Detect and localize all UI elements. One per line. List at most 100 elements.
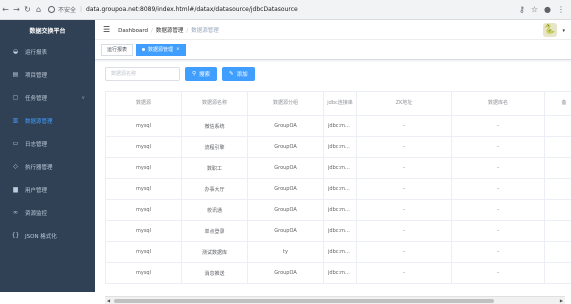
search-input[interactable] <box>105 67 180 81</box>
table-cell <box>545 158 571 179</box>
table-cell: 数职工 <box>182 158 248 179</box>
sidebar-item-json[interactable]: {} JSON 格式化 <box>0 224 95 247</box>
table-cell <box>545 221 571 242</box>
scroll-right-icon[interactable]: ▶ <box>560 298 563 303</box>
address-bar[interactable]: 不安全 | data.groupoa.net:8089/index.html#/… <box>48 3 518 17</box>
table-cell: jdbc:m... <box>324 242 357 263</box>
table-row[interactable]: mysql办事大厅GroupOAjdbc:m...-- <box>106 179 571 200</box>
account-icon[interactable]: ● <box>544 5 551 14</box>
column-header: 数据源 <box>106 92 182 116</box>
table-cell: - <box>452 200 545 221</box>
table-cell: jdbc:m... <box>324 221 357 242</box>
sidebar-item-projects[interactable]: ▤ 项目管理 <box>0 63 95 86</box>
sidebar-item-tasks[interactable]: ▢ 任务管理 ∨ <box>0 86 95 109</box>
sidebar-item-label: 数据源管理 <box>25 117 53 125</box>
caret-down-icon[interactable]: ▾ <box>562 28 565 34</box>
table-cell: GroupOA <box>248 179 324 200</box>
table-cell: jdbc:m... <box>324 200 357 221</box>
table-cell: - <box>357 179 452 200</box>
menu-icon[interactable]: ⋮ <box>557 5 565 14</box>
table-cell: mysql <box>106 116 182 137</box>
forward-arrow-icon[interactable]: → <box>11 3 22 17</box>
scroll-left-icon[interactable]: ◀ <box>107 298 110 303</box>
tag-datasource[interactable]: 数据源管理 × <box>136 44 186 56</box>
column-header: jdbc连接串 <box>324 92 357 116</box>
avatar[interactable]: 🐍 <box>543 23 557 37</box>
back-arrow-icon[interactable]: ← <box>0 3 11 17</box>
log-icon: ▭ <box>12 140 19 147</box>
insecure-label: 不安全 <box>58 5 76 14</box>
user-icon: ▆ <box>12 186 19 193</box>
table-cell: mysql <box>106 263 182 284</box>
table-cell <box>545 200 571 221</box>
table-row[interactable]: mysql测试数据库tyjdbc:m...-- <box>106 242 571 263</box>
table-cell: - <box>357 137 452 158</box>
sidebar-item-label: 资源监控 <box>25 209 47 217</box>
table-cell: - <box>357 116 452 137</box>
column-header: 数据库名 <box>452 92 545 116</box>
sidebar-item-users[interactable]: ▆ 用户管理 <box>0 178 95 201</box>
add-button[interactable]: ✎ 添加 <box>222 67 255 81</box>
json-icon: {} <box>12 232 19 239</box>
table-cell: - <box>452 242 545 263</box>
table-cell: GroupOA <box>248 137 324 158</box>
table-cell: mysql <box>106 200 182 221</box>
monitor-icon: ∞ <box>12 209 19 216</box>
key-icon[interactable]: ⚷ <box>519 5 525 14</box>
table-cell: 流程引擎 <box>182 137 248 158</box>
breadcrumb-item-dashboard[interactable]: Dashboard <box>118 28 148 34</box>
table-cell: 校讯通 <box>182 200 248 221</box>
table-cell: mysql <box>106 242 182 263</box>
table-cell: GroupOA <box>248 116 324 137</box>
search-button[interactable]: ⚲ 搜索 <box>185 67 217 81</box>
table-cell: jdbc:m... <box>324 263 357 284</box>
horizontal-scrollbar[interactable]: ◀ ▶ <box>105 296 565 304</box>
table-cell: 办事大厅 <box>182 179 248 200</box>
close-icon[interactable]: × <box>176 47 180 52</box>
app-title: 数据交换平台 <box>0 20 95 40</box>
table-row[interactable]: mysql流程引擎GroupOAjdbc:m...-- <box>106 137 571 158</box>
scrollbar-thumb[interactable] <box>114 299 494 303</box>
table-cell: jdbc:m... <box>324 116 357 137</box>
star-icon[interactable]: ☆ <box>531 5 538 14</box>
table-cell: - <box>357 242 452 263</box>
filter-toolbar: ⚲ 搜索 ✎ 添加 <box>105 67 255 81</box>
table-cell: - <box>452 221 545 242</box>
info-icon <box>48 6 55 13</box>
sidebar-item-datasource[interactable]: ▥ 数据源管理 <box>0 109 95 132</box>
datasource-icon: ▥ <box>12 117 19 124</box>
table-header: 数据源 数据源名称 数据源分组 jdbc连接串 ZK地址 数据库名 备 <box>106 92 571 116</box>
table-cell: jdbc:m... <box>324 137 357 158</box>
table-cell: - <box>357 221 452 242</box>
sidebar-item-executors[interactable]: ◇ 执行器管理 <box>0 155 95 178</box>
table-cell: - <box>452 179 545 200</box>
table-row[interactable]: mysql单点登录GroupOAjdbc:m...-- <box>106 221 571 242</box>
column-header: ZK地址 <box>357 92 452 116</box>
table-cell: - <box>357 263 452 284</box>
table-cell: mysql <box>106 179 182 200</box>
sidebar-item-monitor[interactable]: ∞ 资源监控 <box>0 201 95 224</box>
table-row[interactable]: mysql微信系统GroupOAjdbc:m...-- <box>106 116 571 137</box>
sidebar-item-reports[interactable]: ◒ 运行报表 <box>0 40 95 63</box>
table-row[interactable]: mysql数职工GroupOAjdbc:m...-- <box>106 158 571 179</box>
navbar: ☰ Dashboard/数据源管理/数据源管理 🐍 ▾ <box>95 20 571 40</box>
browser-toolbar: ← → ↻ ⌂ 不安全 | data.groupoa.net:8089/inde… <box>0 0 571 20</box>
table-cell: jdbc:m... <box>324 158 357 179</box>
search-icon: ⚲ <box>192 71 196 77</box>
sidebar-item-logs[interactable]: ▭ 日志管理 <box>0 132 95 155</box>
table-row[interactable]: mysql校讯通GroupOAjdbc:m...-- <box>106 200 571 221</box>
hamburger-icon[interactable]: ☰ <box>103 25 110 34</box>
table-cell <box>545 179 571 200</box>
breadcrumb-item-current: 数据源管理 <box>191 28 219 34</box>
sidebar-item-label: JSON 格式化 <box>25 232 57 240</box>
tags-view: 运行报表 数据源管理 × <box>95 40 571 60</box>
table-row[interactable]: mysql消息推送GroupOAjdbc:m...-- <box>106 263 571 284</box>
reload-icon[interactable]: ↻ <box>22 3 33 17</box>
sidebar-item-label: 执行器管理 <box>25 163 53 171</box>
breadcrumb-item-datasource[interactable]: 数据源管理 <box>156 28 184 34</box>
tag-reports[interactable]: 运行报表 <box>101 44 133 56</box>
datasource-table: 数据源 数据源名称 数据源分组 jdbc连接串 ZK地址 数据库名 备 mysq… <box>105 91 571 292</box>
table-cell: mysql <box>106 221 182 242</box>
home-icon[interactable]: ⌂ <box>33 3 44 17</box>
table-cell: - <box>452 137 545 158</box>
